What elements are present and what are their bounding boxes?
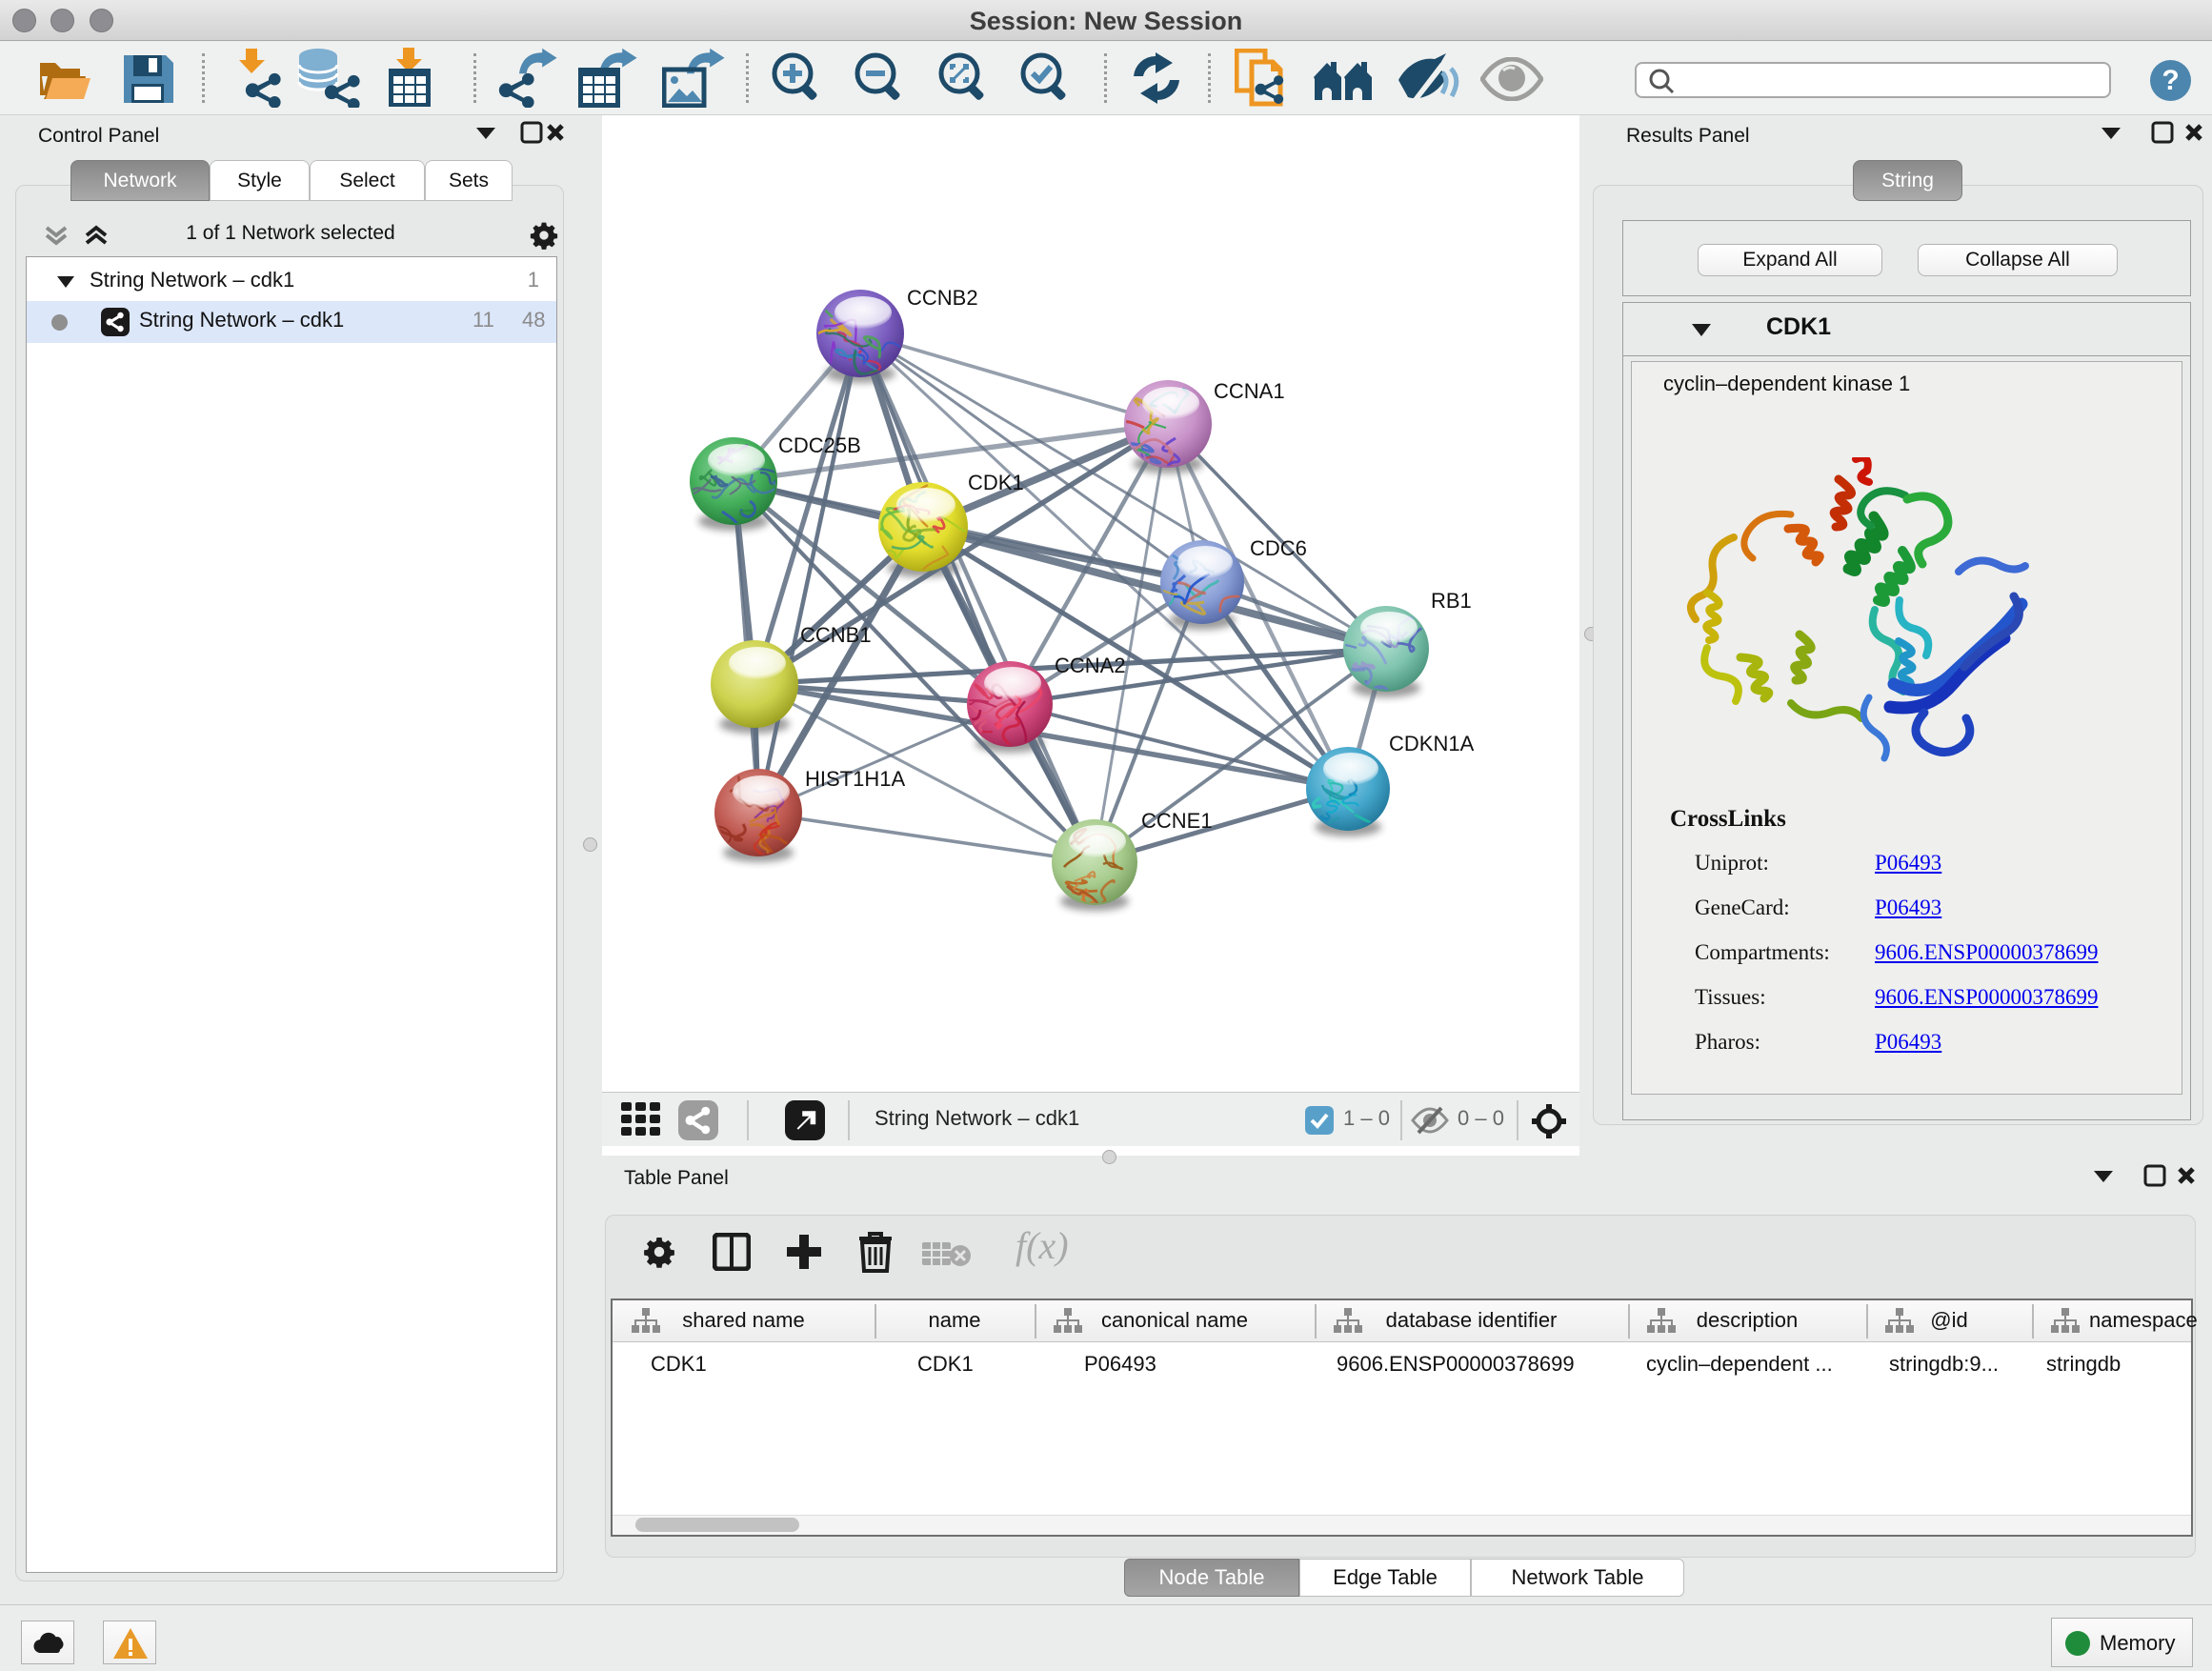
svg-text:CDKN1A: CDKN1A [1389, 732, 1475, 755]
svg-text:CDC25B: CDC25B [778, 433, 861, 457]
svg-text:HIST1H1A: HIST1H1A [805, 767, 905, 791]
svg-text:CCNA1: CCNA1 [1214, 379, 1285, 403]
svg-text:CDK1: CDK1 [968, 471, 1024, 494]
svg-text:?: ? [2162, 65, 2179, 96]
svg-text:CCNB2: CCNB2 [907, 286, 978, 310]
svg-text:CDC6: CDC6 [1250, 536, 1307, 560]
svg-text:RB1: RB1 [1431, 589, 1472, 613]
svg-text:CCNB1: CCNB1 [800, 623, 872, 647]
svg-text:CCNA2: CCNA2 [1055, 654, 1126, 677]
svg-text:CCNE1: CCNE1 [1141, 809, 1213, 833]
